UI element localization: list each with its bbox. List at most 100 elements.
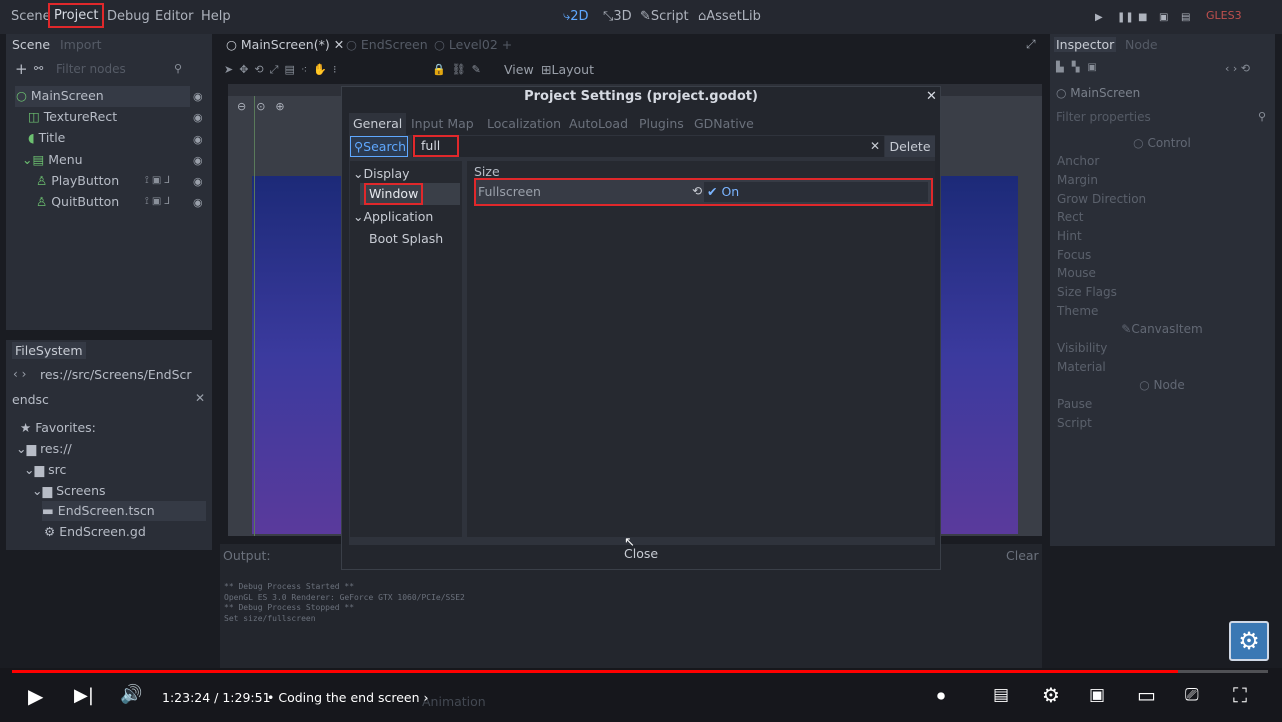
link-icon[interactable]: ⚯ bbox=[34, 62, 43, 75]
workspace-2d[interactable]: ⤷2D bbox=[563, 9, 589, 24]
search-field-value[interactable]: full bbox=[413, 135, 459, 157]
prop-focus[interactable]: Focus bbox=[1057, 248, 1091, 262]
tab-autoload[interactable]: AutoLoad bbox=[569, 113, 628, 135]
prop-size-flags[interactable]: Size Flags bbox=[1057, 285, 1117, 299]
prop-hint[interactable]: Hint bbox=[1057, 229, 1082, 243]
prop-script[interactable]: Script bbox=[1057, 416, 1092, 430]
tree-application[interactable]: ⌄Application bbox=[353, 209, 433, 224]
add-node-icon[interactable]: + bbox=[15, 60, 28, 78]
lock-icon[interactable]: 🔒⛓✎ bbox=[432, 63, 487, 76]
filter-nodes-input[interactable]: Filter nodes bbox=[56, 62, 126, 76]
pause-icon[interactable]: ❚❚ bbox=[1117, 12, 1134, 23]
filter-properties-input[interactable]: Filter properties bbox=[1056, 110, 1151, 124]
fs-endscreen-tscn[interactable]: ▬ EndScreen.tscn bbox=[42, 501, 206, 521]
menu-debug[interactable]: Debug bbox=[107, 9, 150, 24]
tab-plugins[interactable]: Plugins bbox=[639, 113, 684, 135]
channel-logo-icon[interactable]: ⚙ bbox=[1229, 621, 1269, 661]
theater-mode-icon[interactable]: ▭ bbox=[1137, 683, 1156, 707]
signal-icon[interactable]: ⟟ ▣ ⅃ bbox=[145, 196, 170, 207]
settings-gear-icon[interactable]: ⚙ bbox=[1042, 683, 1060, 707]
fs-favorites[interactable]: ★ Favorites: bbox=[20, 418, 218, 438]
tab-gdnative[interactable]: GDNative bbox=[694, 113, 754, 135]
menu-project[interactable]: Project bbox=[47, 3, 105, 28]
visibility-icon[interactable]: ◉ bbox=[193, 90, 203, 103]
search-button[interactable]: ⚲Search bbox=[350, 136, 408, 157]
close-icon[interactable]: ✕ bbox=[926, 89, 937, 104]
canvas-tools-icon[interactable]: ➤✥⟲⤢▤⁖✋⁝ bbox=[224, 63, 342, 77]
fullscreen-check[interactable]: ✔ On bbox=[707, 184, 739, 199]
fullscreen-icon[interactable]: ⛶ bbox=[1233, 683, 1247, 707]
tab-level02[interactable]: ○ Level02 + bbox=[434, 37, 512, 52]
tab-endscreen[interactable]: ○ EndScreen bbox=[346, 37, 428, 52]
autoplay-toggle-icon[interactable]: ⏺ bbox=[937, 686, 945, 706]
tree-node-menu[interactable]: ⌄▤ Menu bbox=[22, 150, 220, 170]
play-scene-icon[interactable]: ▣ bbox=[1159, 12, 1168, 23]
history-arrows-icon[interactable]: ‹ › ⟲ bbox=[1225, 62, 1250, 75]
clear-search-icon[interactable]: ✕ bbox=[195, 391, 205, 405]
visibility-icon[interactable]: ◉ bbox=[193, 196, 203, 209]
workspace-3d[interactable]: ⤡3D bbox=[603, 9, 632, 24]
volume-icon[interactable]: 🔊 bbox=[120, 684, 142, 705]
prop-grow-direction[interactable]: Grow Direction bbox=[1057, 192, 1146, 206]
view-menu[interactable]: View bbox=[504, 62, 534, 77]
tree-node-quitbutton[interactable]: ♙ QuitButton bbox=[36, 192, 234, 212]
workspace-script[interactable]: ✎Script bbox=[640, 9, 689, 24]
prop-mouse[interactable]: Mouse bbox=[1057, 266, 1096, 280]
section-control[interactable]: ○ Control bbox=[1053, 136, 1271, 150]
visibility-icon[interactable]: ◉ bbox=[193, 111, 203, 124]
visibility-icon[interactable]: ◉ bbox=[193, 133, 203, 146]
renderer-select[interactable]: GLES3 bbox=[1206, 9, 1242, 22]
tree-display[interactable]: ⌄Display bbox=[353, 166, 410, 181]
section-canvasitem[interactable]: ✎CanvasItem bbox=[1053, 322, 1271, 336]
layout-menu[interactable]: ⊞Layout bbox=[541, 62, 594, 77]
tree-window[interactable]: Window bbox=[363, 183, 424, 205]
next-icon[interactable]: ▶| bbox=[74, 685, 94, 706]
tab-input-map[interactable]: Input Map bbox=[411, 113, 474, 135]
menu-scene[interactable]: Scene bbox=[11, 9, 51, 24]
tree-node-mainscreen[interactable]: ○ MainScreen bbox=[16, 86, 214, 106]
stop-icon[interactable]: ■ bbox=[1138, 12, 1147, 23]
play-icon[interactable]: ▶ bbox=[28, 684, 43, 708]
visibility-icon[interactable]: ◉ bbox=[193, 154, 203, 167]
fs-endscreen-gd[interactable]: ⚙ EndScreen.gd bbox=[44, 522, 242, 542]
revert-icon[interactable]: ⟲ bbox=[692, 184, 702, 198]
prop-anchor[interactable]: Anchor bbox=[1057, 154, 1099, 168]
miniplayer-icon[interactable]: ▣ bbox=[1089, 685, 1105, 705]
tab-import[interactable]: Import bbox=[60, 37, 102, 52]
prop-material[interactable]: Material bbox=[1057, 360, 1106, 374]
tab-mainscreen[interactable]: ○ MainScreen(*) ✕ bbox=[226, 37, 344, 52]
workspace-assetlib[interactable]: ⌂AssetLib bbox=[698, 9, 761, 24]
delete-button[interactable]: Delete bbox=[885, 136, 935, 157]
tree-node-playbutton[interactable]: ♙ PlayButton bbox=[36, 171, 234, 191]
tab-scene[interactable]: Scene bbox=[12, 37, 50, 52]
progress-track[interactable] bbox=[12, 670, 1268, 673]
search-field[interactable] bbox=[412, 136, 884, 157]
path-field[interactable]: res://src/Screens/EndScr bbox=[40, 367, 192, 382]
cast-icon[interactable]: ⎚ bbox=[1185, 685, 1199, 705]
tab-inspector[interactable]: Inspector bbox=[1054, 37, 1117, 52]
zoom-controls-icon[interactable]: ⊖⊙⊕ bbox=[237, 100, 295, 113]
filesystem-search-input[interactable]: endsc bbox=[12, 392, 49, 407]
subtitles-icon[interactable]: ▤ bbox=[993, 685, 1009, 705]
prop-rect[interactable]: Rect bbox=[1057, 210, 1083, 224]
clear-button[interactable]: Clear bbox=[1006, 548, 1039, 563]
menu-help[interactable]: Help bbox=[201, 9, 231, 24]
distraction-free-icon[interactable]: ⤢ bbox=[1026, 37, 1036, 52]
fs-res[interactable]: ⌄▆ res:// bbox=[16, 439, 214, 459]
prop-margin[interactable]: Margin bbox=[1057, 173, 1098, 187]
play-custom-icon[interactable]: ▤ bbox=[1181, 12, 1190, 23]
prop-pause[interactable]: Pause bbox=[1057, 397, 1092, 411]
signal-icon[interactable]: ⟟ ▣ ⅃ bbox=[145, 175, 170, 186]
clear-search-icon[interactable]: ✕ bbox=[870, 139, 880, 153]
nav-arrows-icon[interactable]: ‹ › bbox=[13, 367, 26, 381]
section-node[interactable]: ○ Node bbox=[1053, 378, 1271, 392]
chapter-title[interactable]: • Coding the end screen › bbox=[267, 690, 429, 705]
play-icon[interactable]: ▶ bbox=[1095, 12, 1103, 23]
fs-screens[interactable]: ⌄▆ Screens bbox=[32, 481, 230, 501]
resource-icons[interactable]: ▙▚▣ bbox=[1056, 62, 1105, 73]
tab-general[interactable]: General bbox=[349, 113, 407, 135]
visibility-icon[interactable]: ◉ bbox=[193, 175, 203, 188]
tab-node[interactable]: Node bbox=[1125, 37, 1158, 52]
prop-theme[interactable]: Theme bbox=[1057, 304, 1098, 318]
menu-editor[interactable]: Editor bbox=[155, 9, 193, 24]
